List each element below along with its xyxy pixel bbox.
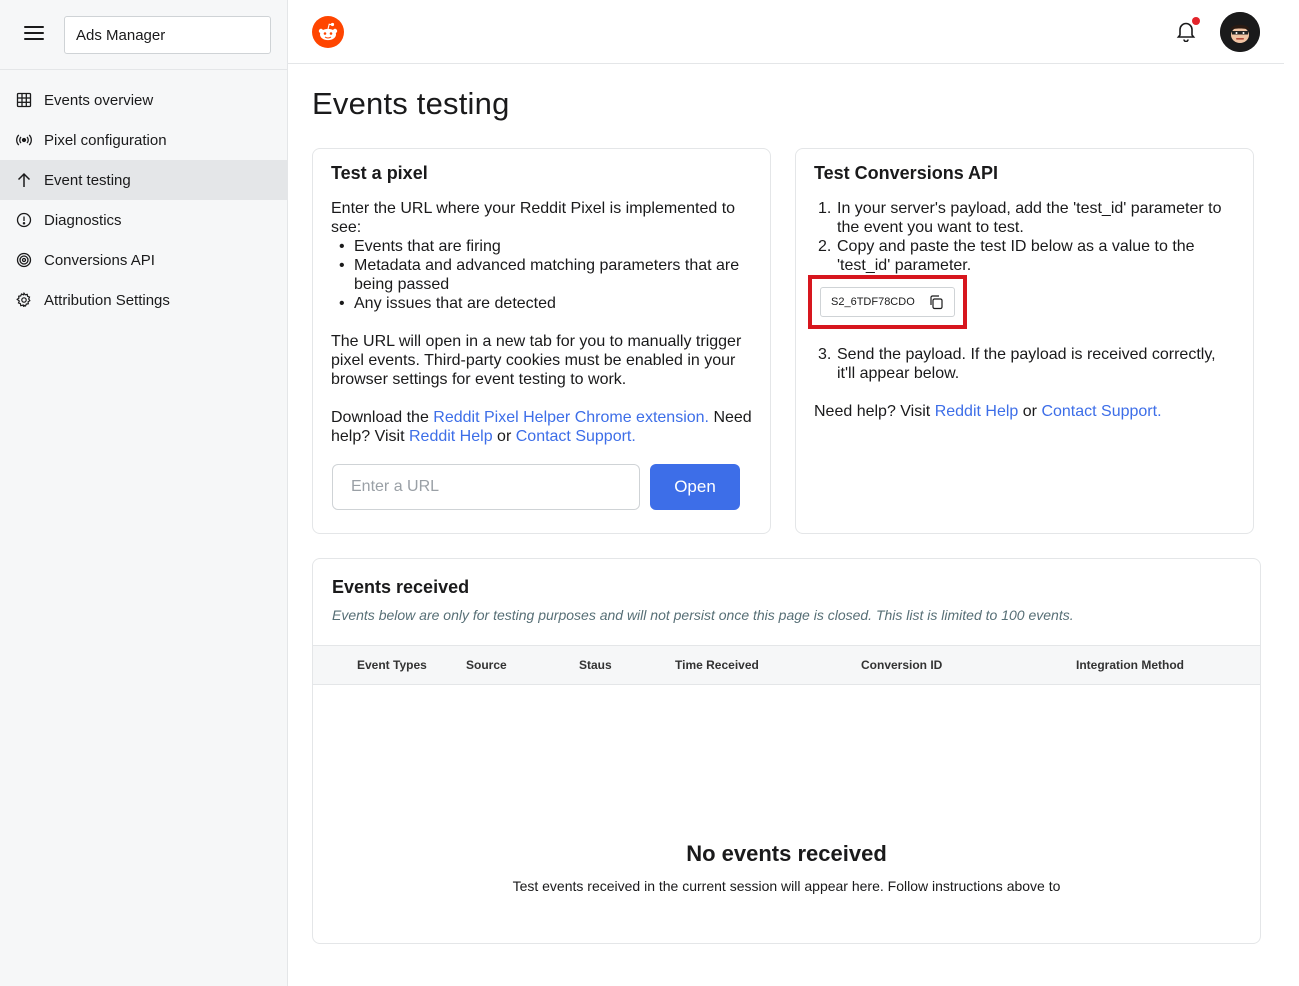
sidebar-top — [0, 0, 287, 70]
broadcast-icon — [16, 132, 32, 148]
pixel-helper-link[interactable]: Reddit Pixel Helper Chrome extension. — [433, 409, 709, 426]
sidebar-item-label: Event testing — [44, 171, 131, 189]
reddit-logo-icon[interactable] — [312, 16, 344, 48]
url-input[interactable] — [332, 464, 640, 510]
reddit-help-link[interactable]: Reddit Help — [409, 428, 493, 445]
events-table-header: Event Types Source Staus Time Received C… — [313, 645, 1260, 685]
list-item: Events that are firing — [339, 237, 752, 256]
or-text: or — [1022, 403, 1037, 420]
sidebar: Events overview Pixel configuration Even… — [0, 0, 288, 986]
sidebar-item-label: Attribution Settings — [44, 291, 170, 309]
contact-support-link[interactable]: Contact Support. — [516, 428, 636, 445]
pixel-download-text: Download the Reddit Pixel Helper Chrome … — [331, 408, 752, 446]
table-icon — [16, 92, 32, 108]
sidebar-nav: Events overview Pixel configuration Even… — [0, 70, 287, 320]
test-pixel-card: Test a pixel Enter the URL where your Re… — [312, 148, 771, 534]
column-header-time-received[interactable]: Time Received — [675, 658, 759, 672]
sidebar-item-diagnostics[interactable]: Diagnostics — [0, 200, 287, 240]
sidebar-item-label: Diagnostics — [44, 211, 122, 229]
column-header-source[interactable]: Source — [466, 658, 507, 672]
events-received-card: Events received Events below are only fo… — [312, 558, 1261, 944]
sidebar-item-label: Conversions API — [44, 251, 155, 269]
capi-steps-list: 1. In your server's payload, add the 'tes… — [814, 199, 1235, 275]
test-id-field[interactable]: S2_6TDF78CDO — [820, 287, 955, 317]
list-item: Metadata and advanced matching parameter… — [339, 256, 752, 294]
list-item: 1. In your server's payload, add the 'tes… — [818, 200, 1222, 236]
column-header-event-types[interactable]: Event Types — [357, 658, 427, 672]
capi-steps-list-cont: 3. Send the payload. If the payload is re… — [814, 345, 1235, 383]
account-selector-input[interactable] — [64, 16, 271, 54]
list-item: 2. Copy and paste the test ID below as a … — [818, 238, 1195, 274]
list-item: Any issues that are detected — [339, 294, 752, 313]
contact-support-link[interactable]: Contact Support. — [1041, 403, 1161, 420]
avatar[interactable] — [1220, 12, 1260, 52]
reddit-help-link[interactable]: Reddit Help — [935, 403, 1019, 420]
page-title: Events testing — [312, 86, 510, 121]
card-title: Test a pixel — [331, 163, 428, 183]
open-button[interactable]: Open — [650, 464, 740, 510]
test-conversions-api-card: Test Conversions API 1. In your server's … — [795, 148, 1254, 534]
help-prefix: Need help? Visit — [814, 403, 931, 420]
sidebar-item-events-overview[interactable]: Events overview — [0, 80, 287, 120]
column-header-conversion-id[interactable]: Conversion ID — [861, 658, 942, 672]
top-header — [288, 0, 1284, 64]
capi-help-text: Need help? Visit Reddit Help or Contact … — [814, 402, 1235, 421]
card-title: Test Conversions API — [814, 163, 999, 183]
arrow-up-icon — [16, 172, 32, 188]
pixel-intro-text: Enter the URL where your Reddit Pixel is… — [331, 200, 736, 236]
notification-dot — [1192, 17, 1200, 25]
sidebar-item-pixel-configuration[interactable]: Pixel configuration — [0, 120, 287, 160]
column-header-integration-method[interactable]: Integration Method — [1076, 658, 1184, 672]
empty-state-title: No events received — [686, 841, 887, 866]
pixel-note-text: The URL will open in a new tab for you t… — [331, 333, 742, 388]
card-title: Events received — [332, 577, 470, 597]
sidebar-item-conversions-api[interactable]: Conversions API — [0, 240, 287, 280]
empty-state-subtitle: Test events received in the current sess… — [512, 878, 1061, 894]
events-subtitle: Events below are only for testing purpos… — [332, 607, 1074, 623]
sidebar-item-attribution-settings[interactable]: Attribution Settings — [0, 280, 287, 320]
sidebar-item-label: Pixel configuration — [44, 131, 167, 149]
list-item: 3. Send the payload. If the payload is re… — [818, 346, 1216, 382]
sidebar-item-label: Events overview — [44, 91, 154, 109]
hamburger-menu-icon[interactable] — [24, 26, 44, 44]
target-icon — [16, 252, 32, 268]
step-text: In your server's payload, add the 'test_… — [837, 200, 1222, 236]
test-id-highlight: S2_6TDF78CDO — [808, 275, 967, 329]
download-prefix: Download the — [331, 409, 429, 426]
gear-icon — [16, 292, 32, 308]
sidebar-item-event-testing[interactable]: Event testing — [0, 160, 287, 200]
column-header-status[interactable]: Staus — [579, 658, 612, 672]
or-text: or — [497, 428, 512, 445]
test-id-value: S2_6TDF78CDO — [831, 296, 915, 308]
pixel-bullet-list: Events that are firing Metadata and adva… — [331, 237, 752, 313]
copy-icon[interactable] — [928, 294, 944, 310]
step-text: Send the payload. If the payload is rece… — [837, 346, 1216, 382]
step-text: Copy and paste the test ID below as a va… — [837, 238, 1195, 274]
alert-circle-icon — [16, 212, 32, 228]
